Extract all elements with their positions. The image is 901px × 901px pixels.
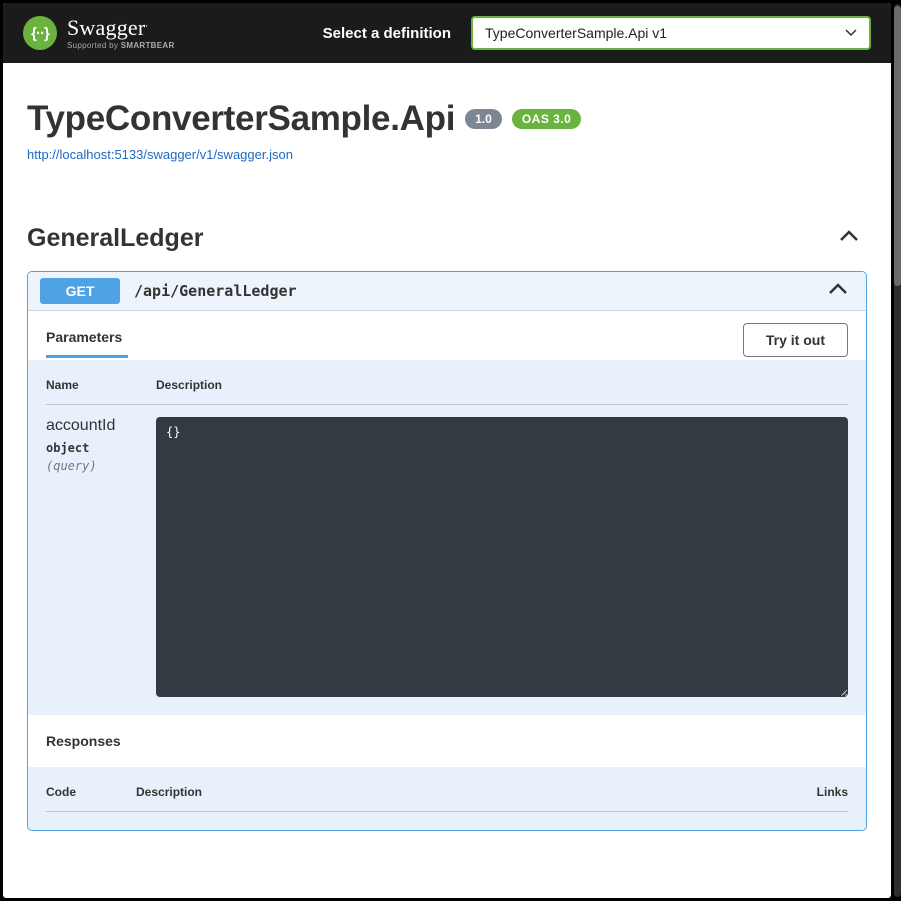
param-type: object bbox=[46, 441, 156, 455]
definition-select-label: Select a definition bbox=[323, 25, 451, 42]
topbar: {··} Swagger. Supported by SMARTBEAR Sel… bbox=[3, 3, 891, 63]
chevron-up-icon bbox=[828, 282, 854, 301]
responses-head-links: Links bbox=[768, 785, 848, 812]
swagger-logo-text: Swagger. bbox=[67, 17, 175, 39]
parameters-tab[interactable]: Parameters bbox=[46, 321, 128, 358]
version-badge: 1.0 bbox=[465, 109, 502, 129]
definition-select[interactable]: TypeConverterSample.Api v1 bbox=[471, 16, 871, 50]
chevron-up-icon bbox=[839, 229, 859, 248]
param-in: (query) bbox=[46, 459, 156, 473]
oas-badge: OAS 3.0 bbox=[512, 109, 582, 129]
param-name: accountId bbox=[46, 417, 156, 435]
responses-table: Code Description Links bbox=[46, 785, 848, 812]
responses-header: Responses bbox=[28, 715, 866, 767]
tag-title: GeneralLedger bbox=[27, 224, 203, 253]
responses-head-code: Code bbox=[46, 785, 136, 812]
operation-summary[interactable]: GET /api/GeneralLedger bbox=[28, 272, 866, 311]
param-schema-box[interactable]: {} bbox=[156, 417, 848, 697]
api-title: TypeConverterSample.Api bbox=[27, 99, 455, 139]
parameters-table: Name Description accountId object (query… bbox=[46, 378, 848, 697]
parameters-head-description: Description bbox=[156, 378, 848, 405]
swagger-logo-subtext: Supported by SMARTBEAR bbox=[67, 42, 175, 50]
operation-block: GET /api/GeneralLedger Parameters Try it… bbox=[27, 271, 867, 831]
chevron-down-icon bbox=[845, 27, 857, 39]
spec-url-link[interactable]: http://localhost:5133/swagger/v1/swagger… bbox=[27, 147, 293, 162]
tag-header[interactable]: GeneralLedger bbox=[27, 220, 867, 257]
swagger-logo-icon: {··} bbox=[23, 16, 57, 50]
operation-path: /api/GeneralLedger bbox=[134, 282, 828, 300]
api-title-row: TypeConverterSample.Api 1.0 OAS 3.0 bbox=[27, 99, 867, 139]
responses-head-description: Description bbox=[136, 785, 768, 812]
try-it-out-button[interactable]: Try it out bbox=[743, 323, 848, 357]
definition-select-value: TypeConverterSample.Api v1 bbox=[485, 25, 667, 41]
swagger-logo: {··} Swagger. Supported by SMARTBEAR bbox=[23, 16, 175, 50]
parameters-head-name: Name bbox=[46, 378, 156, 405]
http-method-pill: GET bbox=[40, 278, 120, 304]
scrollbar-track[interactable] bbox=[894, 4, 901, 897]
scrollbar-thumb[interactable] bbox=[894, 6, 901, 286]
table-row: accountId object (query) {} bbox=[46, 405, 848, 698]
